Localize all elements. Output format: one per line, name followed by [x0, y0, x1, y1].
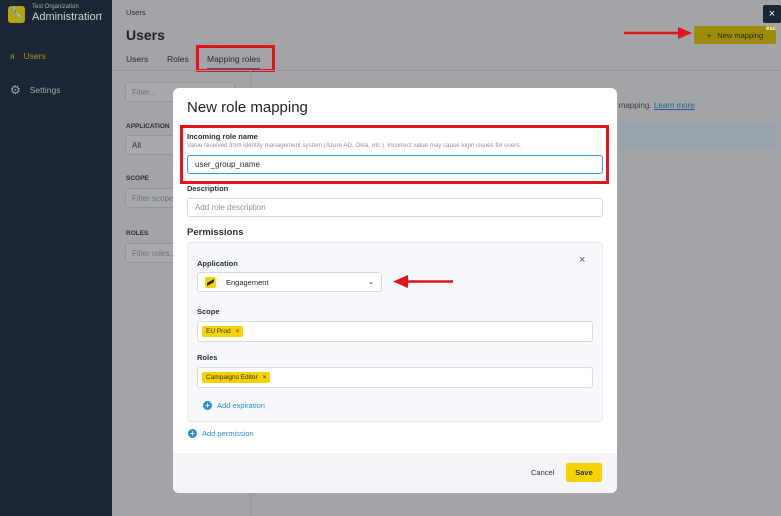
roles-label: Roles	[197, 353, 218, 362]
page-title: Users	[126, 27, 165, 43]
wrench-logo-icon: 🔧	[8, 6, 25, 23]
incoming-role-label: Incoming role name	[187, 132, 258, 141]
remove-chip-icon[interactable]: ×	[236, 328, 240, 335]
filter-label: ROLES	[126, 230, 149, 237]
info-text-content: e mapping.	[612, 101, 652, 110]
application-select[interactable]: Engagement ⌄	[197, 272, 382, 292]
annotation-arrow	[624, 27, 692, 39]
plus-circle-icon: +	[188, 429, 197, 438]
roles-input[interactable]: Campaigns Editor ×	[197, 367, 593, 388]
users-icon: ᴙ	[10, 51, 15, 61]
annotation-box	[196, 45, 275, 72]
tab-users[interactable]: Users	[126, 54, 148, 64]
application-label: Application	[197, 259, 238, 268]
gear-icon: ⚙	[10, 83, 21, 97]
scope-input[interactable]: EU Prod ×	[197, 321, 593, 342]
add-expiration-link[interactable]: + Add expiration	[203, 401, 265, 410]
sidebar: 🔧 Test Organization Administration ⌄ ᴙ Us…	[0, 0, 112, 516]
chip-label: Campaigns Editor	[206, 374, 258, 381]
remove-permission-icon[interactable]: ×	[579, 254, 585, 266]
link-label: Add permission	[202, 429, 254, 438]
scope-chip: EU Prod ×	[202, 326, 244, 337]
info-text: e mapping. Learn more	[612, 101, 695, 110]
permission-card: Application × Engagement ⌄ Scope EU Prod…	[187, 242, 603, 422]
chevron-down-icon: ⌄	[368, 279, 374, 286]
divider	[112, 70, 781, 71]
engagement-app-icon	[205, 276, 216, 288]
permissions-heading: Permissions	[187, 227, 244, 238]
close-button[interactable]: ×	[763, 5, 781, 23]
description-label: Description	[187, 184, 229, 193]
dialog-footer: Cancel Save	[173, 453, 617, 493]
filter-label: SCOPE	[126, 175, 149, 182]
role-chip: Campaigns Editor ×	[202, 372, 271, 383]
new-role-mapping-dialog: New role mapping Incoming role name Valu…	[173, 88, 617, 493]
button-label: New mapping	[717, 30, 764, 40]
sidebar-item-settings[interactable]: ⚙ Settings	[10, 83, 60, 97]
tab-roles[interactable]: Roles	[167, 54, 189, 64]
org-name: Test Organization	[32, 4, 79, 10]
plus-icon: +	[706, 30, 712, 40]
scope-label: Scope	[197, 307, 220, 316]
add-permission-link[interactable]: + Add permission	[188, 429, 254, 438]
filter-label: APPLICATION	[126, 123, 170, 130]
breadcrumb[interactable]: Users	[126, 8, 146, 17]
learn-more-link[interactable]: Learn more	[654, 101, 695, 110]
annotation-arrow	[393, 275, 453, 288]
cancel-button[interactable]: Cancel	[531, 468, 554, 477]
sidebar-item-users[interactable]: ᴙ Users	[10, 51, 46, 61]
remove-chip-icon[interactable]: ×	[263, 374, 267, 381]
app-title[interactable]: Administration	[32, 11, 102, 23]
dialog-title: New role mapping	[187, 99, 308, 116]
esc-hint: esc	[766, 26, 777, 32]
description-input[interactable]: Add role description	[187, 198, 603, 217]
chip-label: EU Prod	[206, 328, 231, 335]
new-mapping-button[interactable]: + New mapping	[694, 26, 776, 44]
chevron-down-icon[interactable]: ⌄	[98, 9, 104, 17]
incoming-role-hint: Value received from identity management …	[187, 142, 522, 149]
application-value: Engagement	[226, 277, 269, 287]
sidebar-item-label: Settings	[29, 85, 61, 95]
link-label: Add expiration	[217, 401, 265, 410]
sidebar-item-label: Users	[23, 51, 46, 61]
save-button[interactable]: Save	[566, 463, 602, 482]
incoming-role-input[interactable]: user_group_name	[187, 155, 603, 174]
plus-circle-icon: +	[203, 401, 212, 410]
